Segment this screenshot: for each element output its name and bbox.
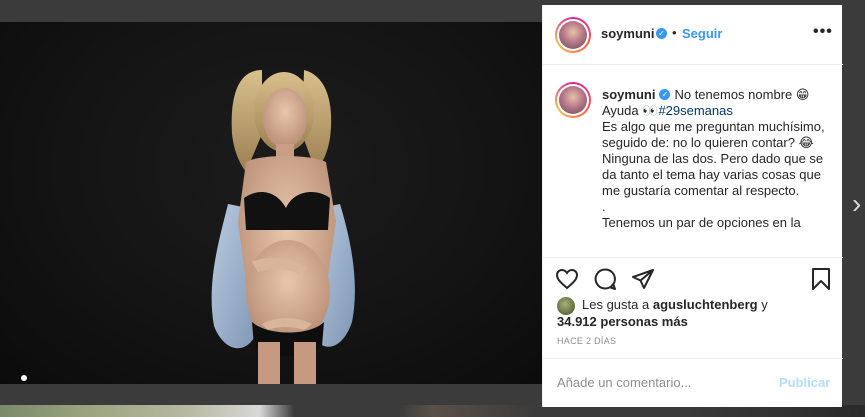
- chevron-right-icon[interactable]: ›: [852, 190, 864, 218]
- verified-icon: ✓: [659, 89, 671, 101]
- caption-tail: Tenemos un par de opciones en la: [602, 215, 801, 230]
- follow-button[interactable]: Seguir: [682, 26, 722, 41]
- action-bar: [543, 261, 843, 297]
- heart-icon[interactable]: [555, 267, 579, 291]
- author-avatar[interactable]: [555, 17, 591, 53]
- comments-section[interactable]: soymuni ✓ No tenemos nombre 😁 Ayuda 👀#29se…: [543, 66, 843, 258]
- hashtag-link[interactable]: #29semanas: [658, 103, 732, 118]
- caption-avatar[interactable]: [555, 82, 591, 118]
- liker-username[interactable]: agusluchtenberg: [653, 297, 758, 312]
- user-tag-icon[interactable]: [17, 374, 31, 384]
- post-caption: soymuni ✓ No tenemos nombre 😁 Ayuda 👀#29se…: [602, 87, 826, 231]
- post-timestamp[interactable]: HACE 2 DÍAS: [557, 336, 616, 346]
- liker-avatar[interactable]: [557, 297, 575, 315]
- add-comment-bar: Añade un comentario... Publicar: [543, 358, 843, 407]
- post-side-panel: soymuni ✓ • Seguir ••• soymuni ✓ No tenemo…: [542, 5, 843, 407]
- comment-icon[interactable]: [593, 267, 617, 291]
- publish-button[interactable]: Publicar: [779, 375, 830, 390]
- likes-count[interactable]: 34.912 personas más: [557, 314, 688, 330]
- verified-icon: ✓: [656, 28, 667, 39]
- caption-username[interactable]: soymuni: [602, 87, 655, 102]
- caption-first-line: No tenemos nombre 😁: [674, 87, 810, 102]
- share-icon[interactable]: [631, 267, 655, 291]
- post-header: soymuni ✓ • Seguir •••: [543, 5, 843, 65]
- caption-ayuda: Ayuda 👀: [602, 103, 659, 118]
- more-options-icon[interactable]: •••: [813, 23, 833, 41]
- comment-input[interactable]: Añade un comentario...: [557, 375, 691, 390]
- post-photo[interactable]: [0, 22, 542, 384]
- likes-and: y: [761, 297, 768, 312]
- separator-dot: •: [672, 25, 677, 40]
- author-username[interactable]: soymuni: [601, 26, 654, 41]
- bookmark-icon[interactable]: [809, 267, 833, 291]
- photo-illustration: [211, 70, 355, 384]
- likes-prefix: Les gusta a: [582, 297, 650, 312]
- likes-line: Les gusta a agusluchtenberg y: [582, 297, 768, 313]
- caption-dot-line: .: [602, 199, 606, 214]
- caption-body: Es algo que me preguntan muchísimo, segu…: [602, 119, 825, 198]
